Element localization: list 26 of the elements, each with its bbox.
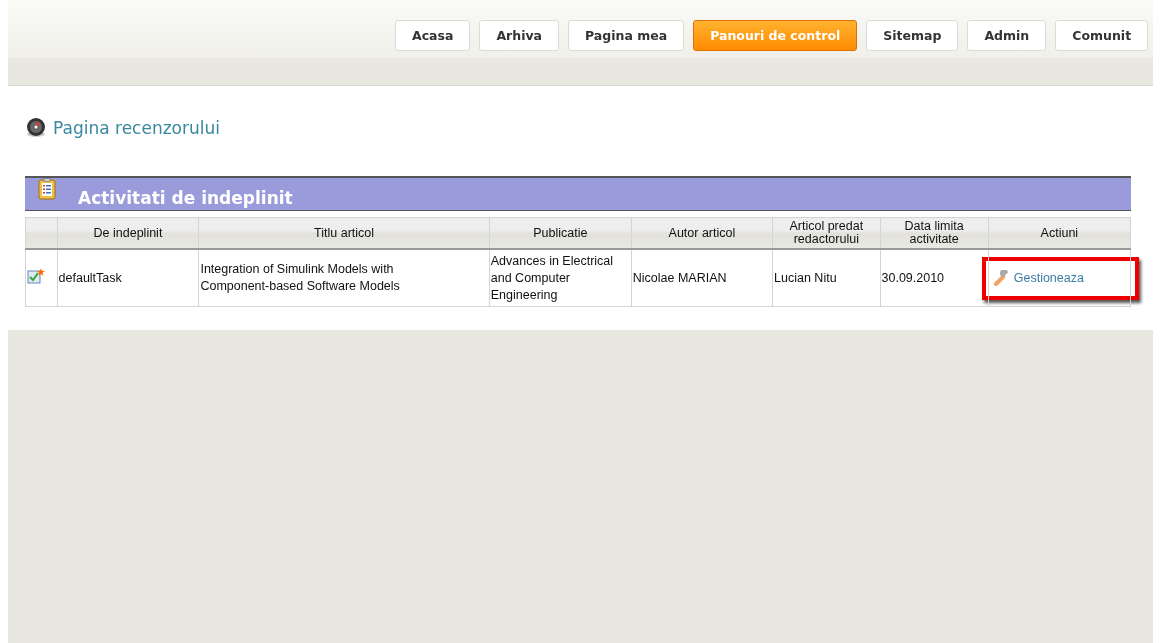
column-header: Articol predat redactorului: [772, 217, 880, 249]
nav-tab[interactable]: Sitemap: [866, 20, 959, 51]
section-title: Activitati de indeplinit: [78, 188, 293, 210]
column-header: Publicatie: [489, 217, 632, 249]
wrench-icon: [993, 270, 1010, 286]
column-header: Data limita activitate: [880, 217, 989, 249]
clipboard-icon: [38, 178, 56, 200]
column-header: Actiuni: [988, 217, 1131, 249]
column-header: Autor articol: [631, 217, 773, 249]
table-cell: defaultTask: [57, 249, 199, 307]
column-header: Titlu articol: [198, 217, 490, 249]
nav-tab[interactable]: Admin: [967, 20, 1047, 51]
task-edit-icon: [27, 266, 45, 285]
table-cell: Integration of Simulink Models with Component-based Software Models: [198, 249, 490, 307]
nav-tab[interactable]: Acasa: [395, 20, 471, 51]
table-cell: 30.09.2010: [880, 249, 989, 307]
nav-tab[interactable]: Pagina mea: [568, 20, 685, 51]
nav-tab[interactable]: Comunit: [1055, 20, 1149, 51]
nav-tab[interactable]: Arhiva: [479, 20, 559, 51]
table-cell: Advances in Electrical and Computer Engineering: [489, 249, 632, 307]
page-title: Pagina recenzorului: [53, 118, 220, 138]
column-header: De indeplinit: [57, 217, 199, 249]
table-cell: Nicolae MARIAN: [631, 249, 773, 307]
manage-link[interactable]: Gestioneaza: [1013, 269, 1084, 287]
table-cell: Lucian Nitu: [772, 249, 880, 307]
gauge-icon: [25, 117, 47, 139]
